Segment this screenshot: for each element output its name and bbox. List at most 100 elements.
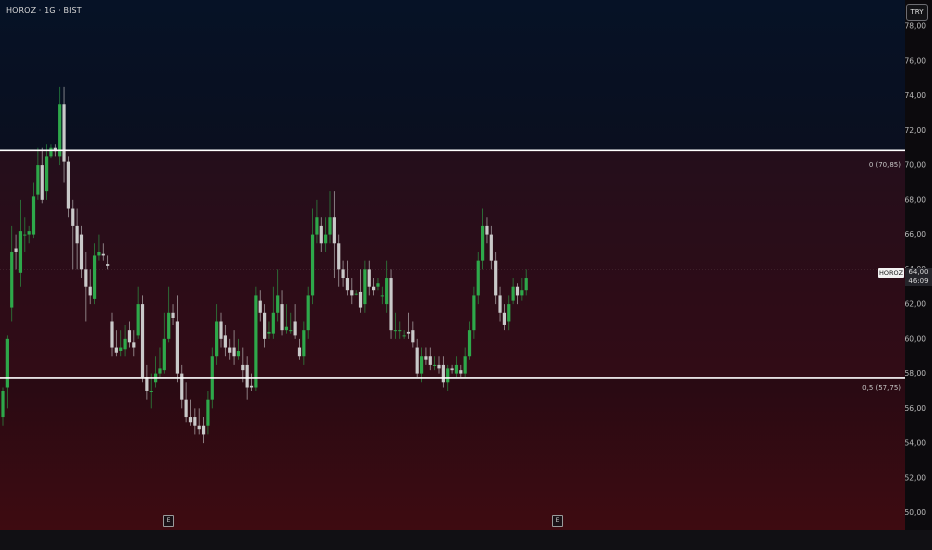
candle-body[interactable]	[437, 364, 441, 369]
candle-body[interactable]	[232, 347, 236, 357]
candle-body[interactable]	[367, 269, 371, 287]
earnings-marker[interactable]: E	[552, 515, 563, 527]
candle-body[interactable]	[223, 335, 227, 348]
earnings-marker[interactable]: E	[163, 515, 174, 527]
candle-body[interactable]	[454, 364, 459, 374]
candle-body[interactable]	[350, 290, 354, 296]
candle-body[interactable]	[354, 293, 358, 295]
candle-body[interactable]	[14, 248, 18, 252]
candle-body[interactable]	[328, 217, 332, 235]
candle-body[interactable]	[245, 364, 249, 388]
candlestick-chart[interactable]: 50,00 52,00 54,00 56,00 58,00 60,00 62,00 64,00…	[0, 0, 932, 550]
candle-body[interactable]	[249, 385, 254, 388]
candle-body[interactable]	[201, 425, 206, 435]
candle-body[interactable]	[228, 347, 232, 353]
candle-body[interactable]	[411, 330, 415, 343]
candle-body[interactable]	[481, 225, 485, 261]
candle-body[interactable]	[476, 260, 480, 296]
candle-body[interactable]	[433, 364, 437, 366]
candle-body[interactable]	[215, 321, 219, 357]
candle-body[interactable]	[319, 225, 323, 244]
candle-body[interactable]	[5, 338, 9, 388]
candle-body[interactable]	[402, 335, 406, 337]
candle-body[interactable]	[101, 253, 105, 256]
candle-body[interactable]	[45, 156, 49, 192]
candle-body[interactable]	[398, 330, 402, 332]
candle-body[interactable]	[114, 347, 118, 353]
candle-body[interactable]	[280, 304, 284, 331]
candle-body[interactable]	[337, 243, 341, 270]
candle-body[interactable]	[88, 286, 92, 296]
candle-body[interactable]	[302, 330, 306, 357]
candle-body[interactable]	[358, 291, 363, 308]
candle-body[interactable]	[106, 264, 110, 266]
candle-body[interactable]	[385, 278, 389, 305]
candle-body[interactable]	[23, 234, 27, 236]
candle-body[interactable]	[71, 208, 75, 226]
candle-body[interactable]	[293, 321, 297, 336]
candle-body[interactable]	[306, 295, 310, 331]
candle-body[interactable]	[66, 161, 70, 209]
candle-body[interactable]	[119, 347, 123, 352]
candle-body[interactable]	[332, 217, 336, 244]
candle-body[interactable]	[494, 260, 498, 296]
candle-body[interactable]	[219, 321, 223, 339]
candle-body[interactable]	[511, 286, 515, 301]
candle-body[interactable]	[485, 225, 489, 235]
candle-body[interactable]	[498, 295, 502, 313]
candle-body[interactable]	[149, 390, 153, 392]
candle-body[interactable]	[127, 330, 132, 343]
candle-body[interactable]	[97, 251, 101, 256]
candle-body[interactable]	[489, 234, 493, 261]
candle-body[interactable]	[241, 364, 245, 371]
candle-body[interactable]	[62, 104, 66, 162]
candle-body[interactable]	[428, 356, 432, 365]
candle-body[interactable]	[441, 364, 445, 383]
candle-body[interactable]	[140, 304, 145, 378]
candle-body[interactable]	[193, 417, 197, 426]
candle-body[interactable]	[380, 295, 384, 297]
candle-body[interactable]	[84, 269, 88, 287]
candle-body[interactable]	[58, 104, 62, 157]
candle-body[interactable]	[415, 347, 419, 374]
candle-body[interactable]	[18, 231, 23, 273]
currency-button[interactable]: TRY	[906, 4, 928, 21]
candle-body[interactable]	[40, 165, 44, 200]
candle-body[interactable]	[49, 147, 53, 157]
candle-body[interactable]	[258, 300, 262, 313]
candle-body[interactable]	[110, 321, 114, 348]
candle-body[interactable]	[79, 234, 84, 270]
candle-body[interactable]	[36, 165, 40, 195]
candle-body[interactable]	[310, 234, 315, 296]
candle-body[interactable]	[389, 278, 393, 331]
candle-body[interactable]	[197, 425, 201, 430]
candle-body[interactable]	[315, 217, 319, 235]
candle-body[interactable]	[424, 356, 428, 360]
candle-body[interactable]	[31, 196, 36, 235]
candle-body[interactable]	[363, 269, 367, 305]
candle-body[interactable]	[459, 370, 463, 374]
candle-body[interactable]	[450, 368, 454, 371]
candle-body[interactable]	[376, 283, 380, 287]
candle-body[interactable]	[345, 278, 350, 291]
candle-body[interactable]	[372, 286, 376, 291]
candle-body[interactable]	[236, 351, 241, 357]
candle-body[interactable]	[276, 295, 280, 313]
candle-body[interactable]	[524, 278, 528, 291]
candle-body[interactable]	[297, 347, 302, 357]
candle-body[interactable]	[167, 312, 171, 339]
candle-body[interactable]	[123, 338, 127, 350]
candle-body[interactable]	[162, 338, 166, 371]
candle-body[interactable]	[206, 399, 210, 426]
candle-body[interactable]	[1, 390, 5, 418]
candle-body[interactable]	[263, 312, 267, 339]
candle-body[interactable]	[184, 399, 188, 418]
candle-body[interactable]	[27, 231, 31, 235]
candle-body[interactable]	[467, 330, 472, 357]
candle-body[interactable]	[158, 368, 162, 374]
candle-body[interactable]	[171, 312, 175, 318]
candle-body[interactable]	[175, 321, 179, 374]
candle-body[interactable]	[406, 331, 411, 334]
candle-body[interactable]	[254, 295, 258, 388]
candle-body[interactable]	[520, 290, 524, 296]
